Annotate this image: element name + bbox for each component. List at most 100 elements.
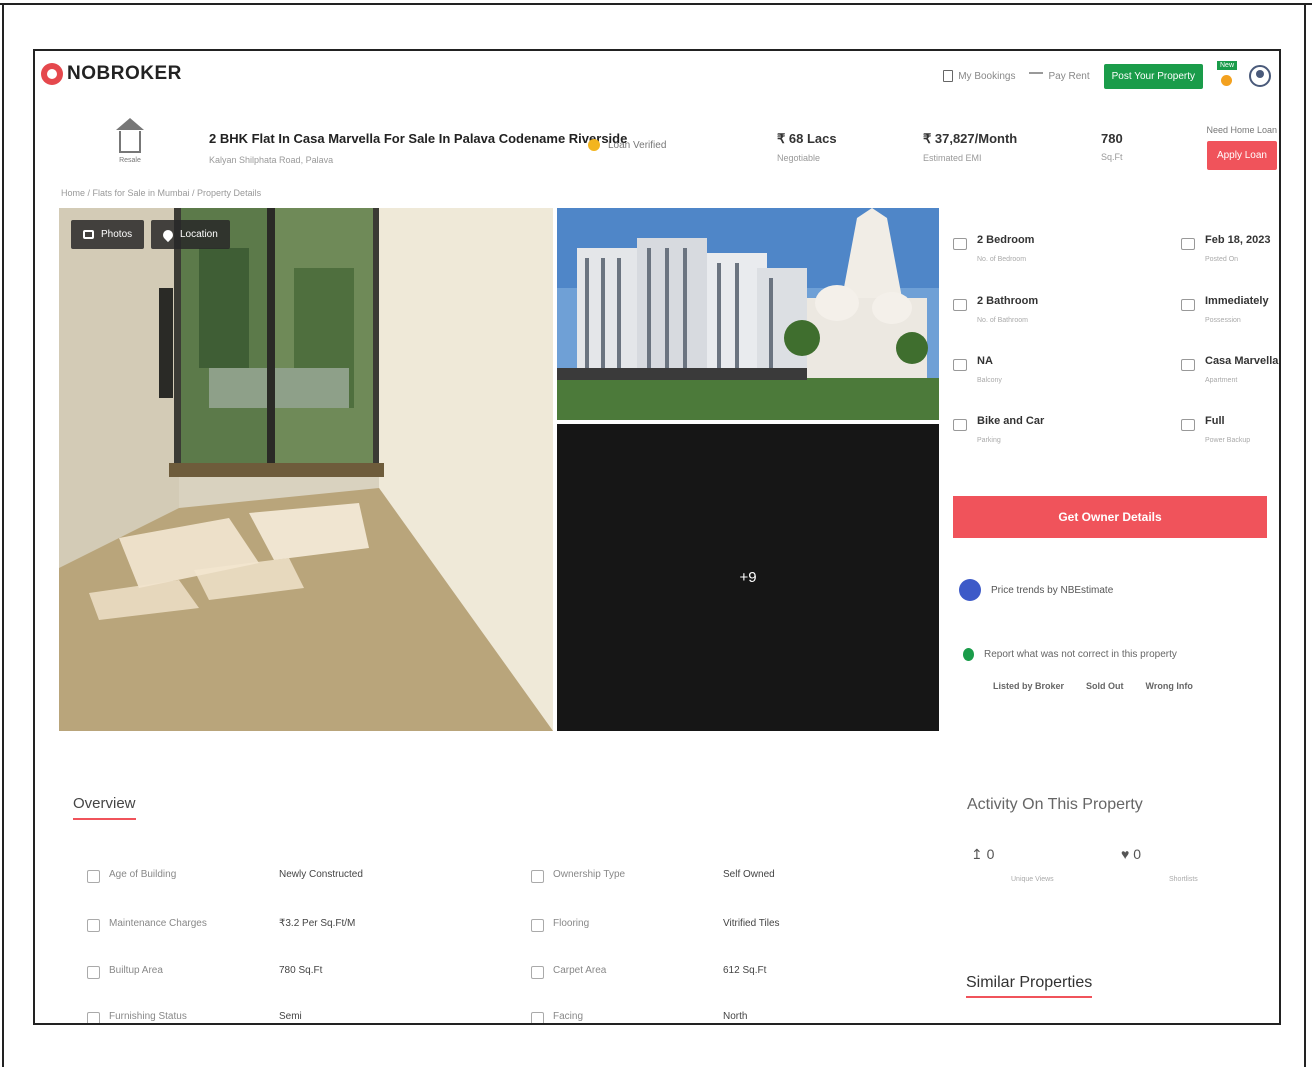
overview-label: Age of Building [109, 869, 177, 880]
building-age-icon [87, 870, 100, 883]
more-photos-count: +9 [739, 569, 757, 586]
photos-label: Photos [101, 229, 133, 240]
trend-chart-icon [959, 579, 981, 601]
main-photo[interactable]: Photos Location [59, 208, 553, 731]
bath-icon [953, 299, 967, 311]
post-property-button[interactable]: Post Your Property [1103, 63, 1203, 89]
detail-value: 2 Bathroom [977, 295, 1039, 307]
logo-icon [41, 63, 63, 85]
overview-label: Flooring [553, 918, 590, 929]
overview-value: Self Owned [723, 869, 775, 880]
more-photos-tile[interactable]: +9 [557, 424, 939, 731]
balcony-icon [953, 359, 967, 371]
detail-value: Full [1205, 415, 1225, 427]
page-top-border [0, 3, 1312, 5]
heart-icon: ♥ [1121, 846, 1130, 862]
views-value: 0 [986, 846, 995, 862]
shortlists-label: Shortlists [1169, 876, 1198, 883]
emi-value: ₹ 37,827/Month [923, 131, 1018, 146]
price-stat: ₹ 68 Lacs Negotiable [777, 131, 837, 163]
detail-label: Balcony [977, 377, 1002, 384]
browser-viewport: NOBROKER My Bookings Pay Rent Post Your … [33, 49, 1281, 1025]
page-left-border [2, 3, 4, 1067]
house-icon [116, 118, 144, 153]
overview-value: Semi [279, 1011, 302, 1022]
detail-label: Parking [977, 437, 1001, 444]
unique-views-count: ↥ 0 [971, 846, 994, 863]
overview-label: Ownership Type [553, 869, 626, 880]
overview-value: Newly Constructed [279, 869, 363, 880]
car-icon [953, 419, 967, 431]
detail-value: Casa Marvella [1205, 355, 1279, 367]
shortlists-value: 0 [1133, 846, 1141, 862]
get-owner-details-button[interactable]: Get Owner Details [953, 496, 1267, 538]
detail-value: NA [977, 355, 993, 367]
detail-label: Apartment [1205, 377, 1238, 384]
payment-icon [1029, 72, 1044, 80]
views-label: Unique Views [1011, 876, 1054, 883]
maintenance-icon [87, 919, 100, 932]
overview-value: 612 Sq.Ft [723, 965, 767, 976]
overview-value: ₹3.2 Per Sq.Ft/M [279, 918, 356, 929]
detail-label: No. of Bedroom [977, 256, 1027, 263]
location-button[interactable]: Location [151, 220, 230, 249]
apply-loan-button[interactable]: Apply Loan [1206, 141, 1277, 170]
verified-icon [588, 139, 600, 151]
detail-value: Immediately [1205, 295, 1269, 307]
new-tag: New [1217, 61, 1238, 70]
detail-value: 2 Bedroom [977, 234, 1035, 246]
report-sold-out[interactable]: Sold Out [1086, 681, 1124, 691]
similar-properties-heading: Similar Properties [966, 974, 1093, 998]
detail-value: Bike and Car [977, 415, 1045, 427]
pay-rent-link[interactable]: Pay Rent [1029, 70, 1090, 82]
overview-label: Maintenance Charges [109, 918, 207, 929]
resale-badge: Resale [115, 118, 145, 164]
camera-icon [83, 230, 94, 239]
room-photo-illustration [59, 208, 553, 731]
calendar-icon [1181, 238, 1195, 250]
overview-label: Facing [553, 1011, 584, 1022]
detail-label: Posted On [1205, 256, 1239, 263]
overview-label: Carpet Area [553, 965, 607, 976]
my-bookings-link[interactable]: My Bookings [943, 70, 1015, 82]
info-icon [963, 648, 974, 661]
bed-icon [953, 238, 967, 250]
area-stat: 780 Sq.Ft [1101, 131, 1123, 162]
key-icon [1181, 299, 1195, 311]
navbar-actions: My Bookings Pay Rent Post Your Property … [943, 61, 1271, 91]
emi-stat[interactable]: ₹ 37,827/Month Estimated EMI [923, 131, 1017, 163]
overview-label: Builtup Area [109, 965, 163, 976]
photos-button[interactable]: Photos [71, 220, 145, 249]
detail-label: Power Backup [1205, 437, 1251, 444]
ownership-icon [531, 870, 544, 883]
home-loan-box: Need Home Loan Apply Loan [1206, 125, 1277, 170]
overview-value: 780 Sq.Ft [279, 965, 323, 976]
detail-label: No. of Bathroom [977, 317, 1028, 324]
property-title: 2 BHK Flat In Casa Marvella For Sale In … [209, 131, 628, 146]
top-navbar: NOBROKER My Bookings Pay Rent Post Your … [35, 51, 1279, 107]
report-listed-by-broker[interactable]: Listed by Broker [993, 681, 1064, 691]
nobroker-logo[interactable]: NOBROKER [41, 63, 182, 85]
location-pin-icon [160, 227, 176, 242]
report-wrong-info[interactable]: Wrong Info [1146, 681, 1193, 691]
breadcrumb[interactable]: Home / Flats for Sale in Mumbai / Proper… [61, 188, 261, 198]
secondary-photo[interactable] [557, 208, 939, 420]
area-value: 780 [1101, 131, 1123, 146]
detail-label: Possession [1205, 317, 1241, 324]
views-icon: ↥ [971, 846, 983, 862]
new-feature-badge[interactable]: New [1217, 61, 1238, 91]
pay-rent-label: Pay Rent [1048, 70, 1090, 82]
flooring-icon [531, 919, 544, 932]
property-address[interactable]: Kalyan Shilphata Road, Palava [209, 155, 333, 165]
activity-heading: Activity On This Property [967, 796, 1143, 813]
home-loan-question: Need Home Loan [1206, 125, 1277, 135]
price-trends-link[interactable]: Price trends by NBEstimate [959, 579, 1113, 601]
report-section: Report what was not correct in this prop… [963, 648, 1177, 661]
building-icon [1181, 359, 1195, 371]
report-options: Listed by Broker Sold Out Wrong Info [993, 681, 1193, 691]
furnishing-icon [87, 1012, 100, 1023]
user-icon[interactable] [1249, 65, 1271, 87]
price-trends-label: Price trends by NBEstimate [991, 584, 1114, 596]
my-bookings-label: My Bookings [958, 70, 1016, 82]
logo-text: NOBROKER [67, 63, 182, 84]
